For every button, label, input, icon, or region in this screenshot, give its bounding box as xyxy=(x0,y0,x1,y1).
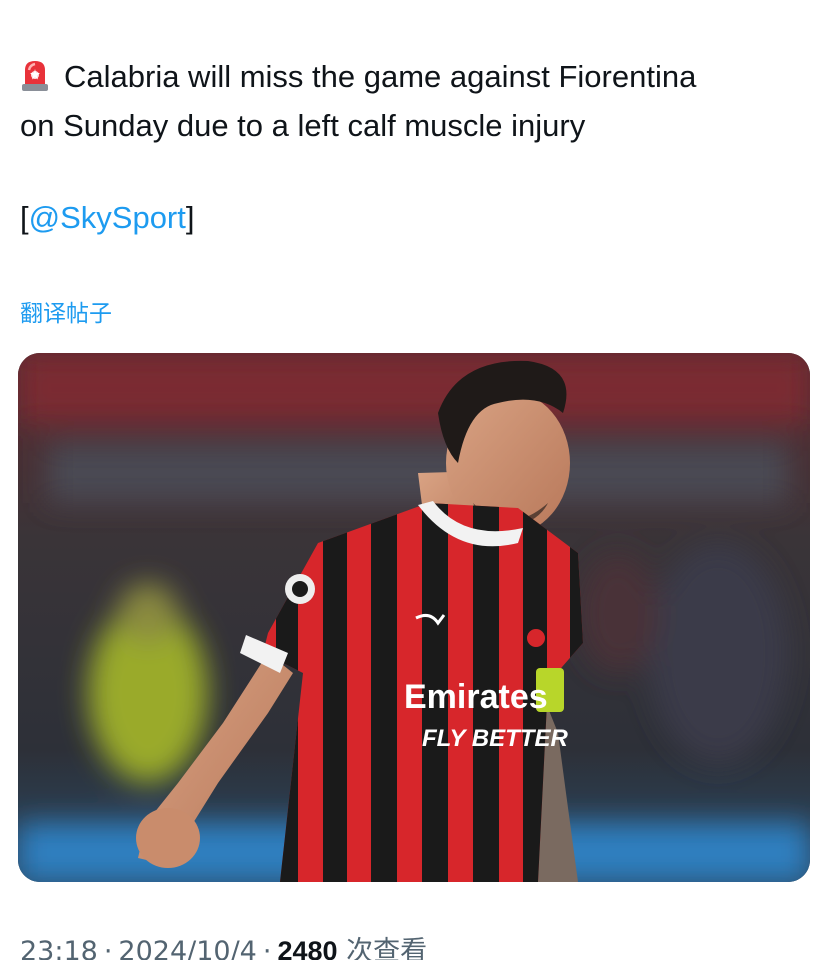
translate-post-link[interactable]: 翻译帖子 xyxy=(20,298,112,330)
views-count: 2480 xyxy=(277,936,338,960)
tweet-date[interactable]: 2024/10/4 xyxy=(118,936,256,960)
mention-link-skysport[interactable]: @SkySport xyxy=(29,200,186,235)
source-credit: [@SkySport] xyxy=(20,196,195,240)
tweet-text: Calabria will miss the game against Fior… xyxy=(20,52,820,150)
meta-separator: · xyxy=(262,936,272,960)
views-label: 次查看 xyxy=(346,936,428,960)
siren-emoji-icon xyxy=(20,57,50,91)
tweet-text-line-1: Calabria will miss the game against Fior… xyxy=(64,59,697,94)
player-photo: Emirates FLY BETTER xyxy=(18,353,810,882)
tweet: Calabria will miss the game against Fior… xyxy=(0,0,827,960)
jersey-sponsor-text: Emirates xyxy=(404,678,548,716)
jersey-sponsor-tagline: FLY BETTER xyxy=(422,725,568,752)
tweet-text-line-2: on Sunday due to a left calf muscle inju… xyxy=(20,108,586,143)
tweet-meta: 23:18 · 2024/10/4 · 2480 次查看 xyxy=(20,934,427,960)
tweet-time[interactable]: 23:18 xyxy=(20,936,98,960)
source-open-bracket: [ xyxy=(20,200,29,235)
tweet-photo[interactable]: Emirates FLY BETTER xyxy=(18,353,810,882)
source-close-bracket: ] xyxy=(185,200,195,235)
meta-separator: · xyxy=(103,936,113,960)
